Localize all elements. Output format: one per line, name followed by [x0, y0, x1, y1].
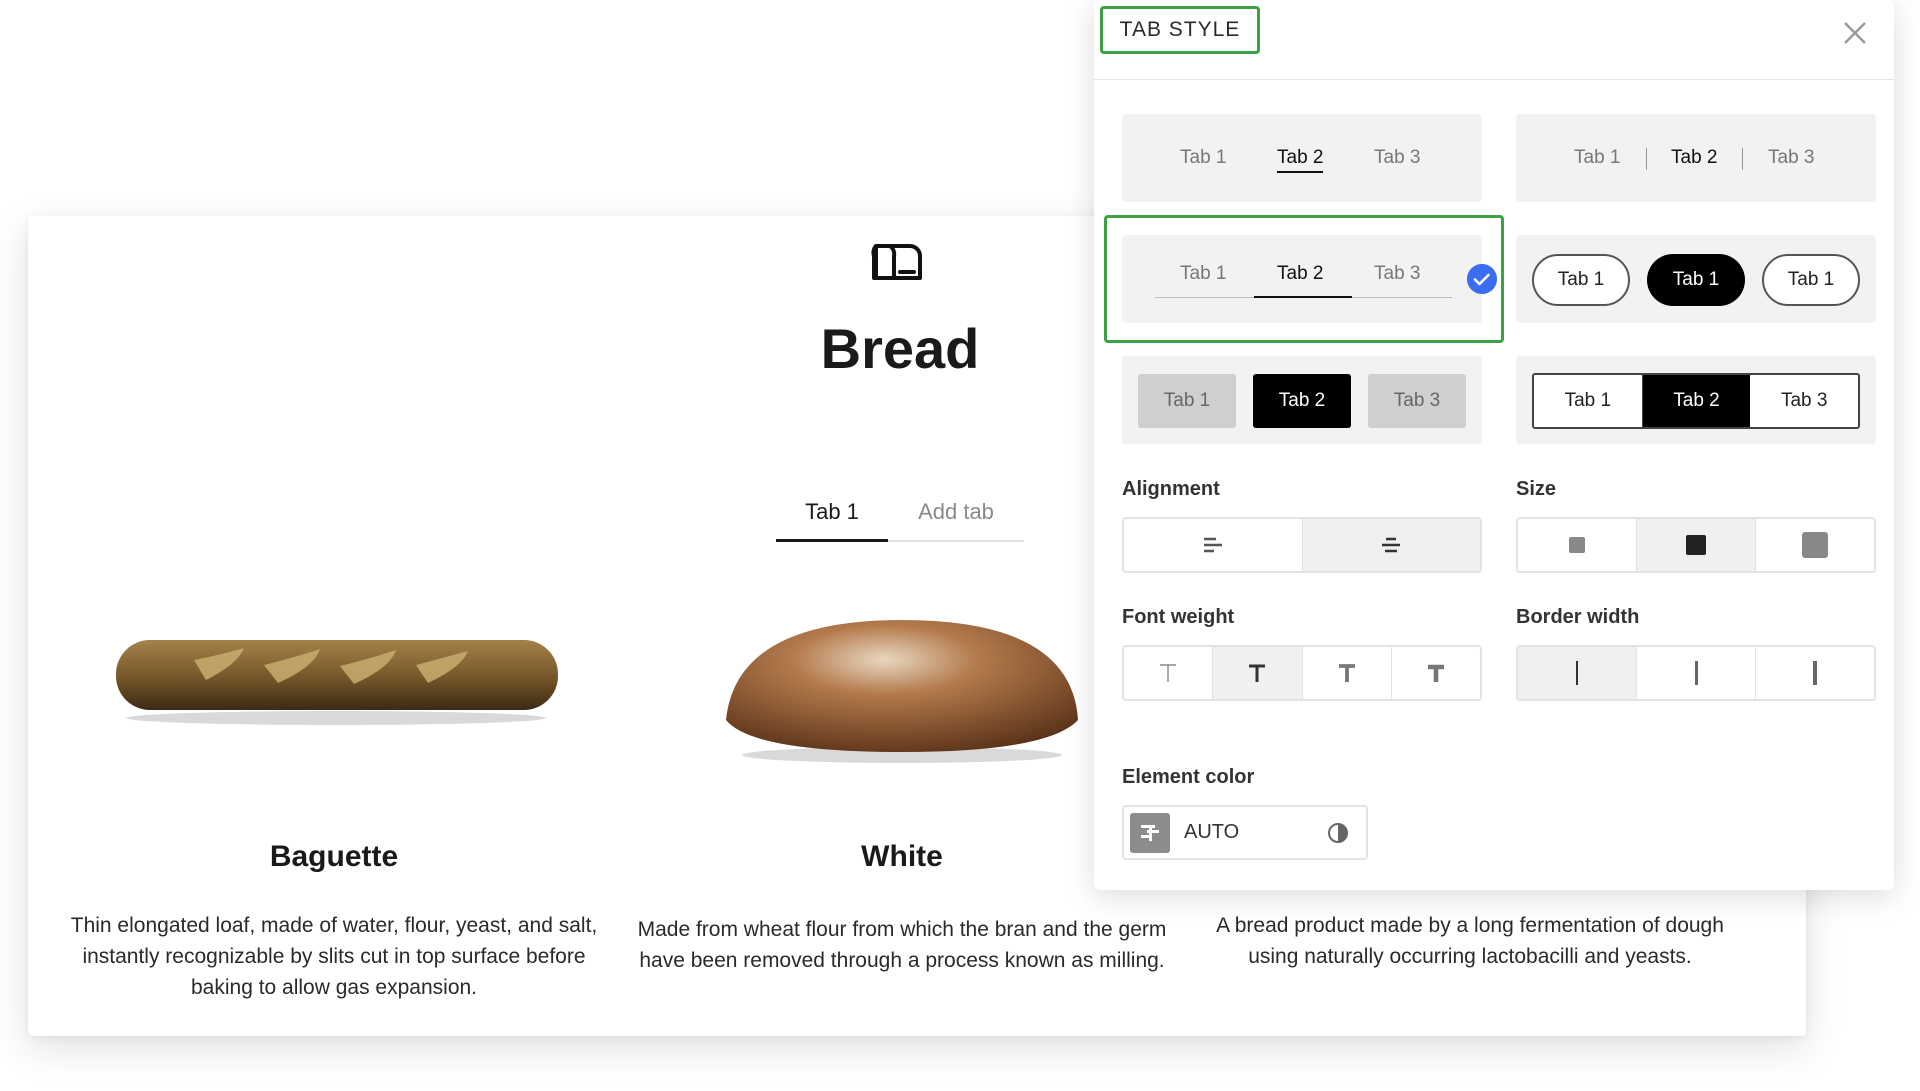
align-left-button[interactable]: [1124, 519, 1303, 571]
type-bold-icon: [1427, 664, 1444, 682]
bread-icon: [871, 244, 922, 280]
product-description: Made from wheat flour from which the bra…: [637, 918, 1167, 972]
style-tab-label: Tab 3: [1374, 263, 1421, 284]
color-swatch: [1130, 813, 1170, 853]
font-weight-control: [1122, 645, 1482, 701]
element-color-field[interactable]: AUTO: [1122, 805, 1368, 860]
weight-bold-button[interactable]: [1392, 647, 1480, 699]
border-thick-button[interactable]: [1756, 647, 1874, 699]
style-tab-label: Tab 1: [1647, 254, 1745, 306]
square-medium-icon: [1686, 535, 1706, 555]
style-tab-label: Tab 2: [1253, 374, 1351, 428]
check-icon: [1467, 264, 1497, 294]
style-tab-label: Tab 1: [1138, 374, 1236, 428]
style-tab-label: Tab 1: [1534, 375, 1643, 427]
weight-medium-button[interactable]: [1303, 647, 1392, 699]
style-tab-label: Tab 2: [1277, 147, 1324, 173]
style-tab-label: Tab 3: [1780, 390, 1828, 411]
type-medium-icon: [1338, 664, 1355, 682]
active-indicator: [1254, 296, 1352, 298]
line-thick-icon: [1813, 661, 1817, 685]
contrast-icon[interactable]: [1326, 821, 1350, 845]
style-tab-label: Tab 2: [1642, 375, 1751, 427]
style-tab-label: Tab 3: [1368, 374, 1466, 428]
divider: [1742, 148, 1743, 170]
product-white: White Made from wheat flour from which t…: [632, 620, 1172, 972]
style-tab-label: Tab 3: [1768, 147, 1815, 168]
product-description: Thin elongated loaf, made of water, flou…: [70, 914, 598, 999]
line-thin-icon: [1576, 661, 1578, 685]
panel-header: TAB STYLE: [1094, 0, 1894, 80]
product-description: A bread product made by a long fermentat…: [1216, 914, 1724, 968]
border-medium-button[interactable]: [1637, 647, 1756, 699]
white-bread-image: [726, 620, 1078, 763]
style-tab-label: Tab 1: [1532, 254, 1630, 306]
style-line[interactable]: Tab 1 Tab 2 Tab 3: [1122, 235, 1482, 323]
border-width-control: [1516, 645, 1876, 701]
product-name: Baguette: [269, 840, 399, 873]
layout-icon: [1141, 825, 1159, 841]
page-title: Bread: [820, 317, 980, 380]
style-filled[interactable]: Tab 1 Tab 2 Tab 3: [1122, 356, 1482, 444]
size-medium-button[interactable]: [1637, 519, 1756, 571]
border-width-label: Border width: [1516, 606, 1640, 628]
alignment-label: Alignment: [1122, 478, 1220, 500]
border-thin-button[interactable]: [1518, 647, 1637, 699]
boxed-group: Tab 1 Tab 2 Tab 3: [1532, 373, 1860, 429]
style-tab-label: Tab 1: [1574, 147, 1621, 168]
size-control: [1516, 517, 1876, 573]
style-pills[interactable]: Tab 1 Tab 1 Tab 1: [1516, 235, 1876, 323]
page-tabs: Tab 1 Add tab: [776, 490, 1024, 542]
panel-title: TAB STYLE: [1100, 6, 1260, 54]
align-center-icon: [1382, 537, 1401, 553]
style-underline[interactable]: Tab 1 Tab 2 Tab 3: [1122, 114, 1482, 202]
style-tab-label: Tab 1: [1180, 147, 1227, 168]
baguette-image: [116, 640, 558, 725]
style-tab-label: Tab 2: [1277, 263, 1324, 284]
tab-style-panel: TAB STYLE Tab 1 Tab 2 Tab 3 Tab 1 Tab 2 …: [1094, 0, 1894, 890]
type-light-icon: [1160, 664, 1177, 682]
align-left-icon: [1203, 537, 1222, 553]
style-tab-label: Tab 2: [1671, 147, 1718, 168]
line-medium-icon: [1694, 661, 1698, 685]
weight-regular-button[interactable]: [1213, 647, 1303, 699]
style-boxed[interactable]: Tab 1 Tab 2 Tab 3: [1516, 356, 1876, 444]
type-regular-icon: [1249, 664, 1266, 682]
style-tab-label: Tab 1: [1180, 263, 1227, 284]
close-icon[interactable]: [1840, 18, 1870, 48]
style-tab-label: Tab 1: [1762, 254, 1860, 306]
weight-light-button[interactable]: [1124, 647, 1214, 699]
style-divided[interactable]: Tab 1 Tab 2 Tab 3: [1516, 114, 1876, 202]
size-small-button[interactable]: [1518, 519, 1637, 571]
add-tab-button[interactable]: Add tab: [888, 490, 1024, 540]
size-large-button[interactable]: [1756, 519, 1874, 571]
element-color-label: Element color: [1122, 766, 1255, 788]
style-tab-label: Tab 3: [1374, 147, 1421, 168]
font-weight-label: Font weight: [1122, 606, 1235, 628]
product-name: White: [861, 840, 943, 873]
divider: [1646, 148, 1647, 170]
square-large-icon: [1802, 532, 1828, 558]
size-label: Size: [1516, 478, 1557, 500]
align-center-button[interactable]: [1302, 519, 1480, 571]
tab-1[interactable]: Tab 1: [776, 490, 888, 542]
alignment-control: [1122, 517, 1482, 573]
product-baguette: Baguette Thin elongated loaf, made of wa…: [64, 620, 604, 999]
square-small-icon: [1569, 537, 1585, 553]
element-color-value: AUTO: [1184, 821, 1240, 843]
